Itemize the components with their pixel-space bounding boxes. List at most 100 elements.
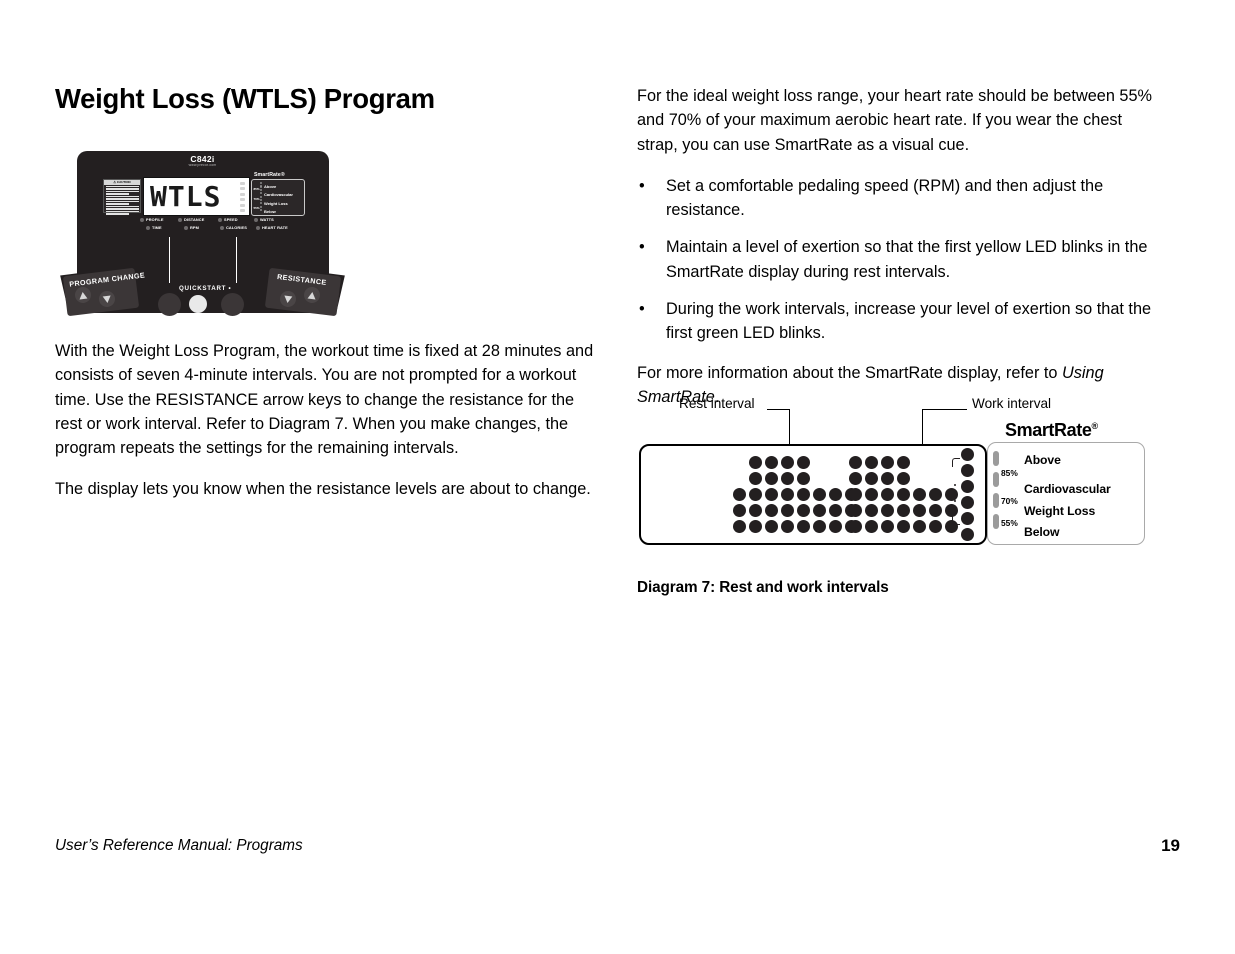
smartrate-zone-led-weight-loss [993,493,999,508]
led-dot [749,504,762,517]
registered-trademark-icon: ® [1091,421,1098,431]
callout-rest-leader-vertical [788,409,790,425]
console-smartrate-pct-70: 70% [253,197,260,201]
lcd-profile-bars [240,182,245,212]
smartrate-led-dot [961,480,974,493]
smartrate-tick [954,484,956,486]
smartrate-panel-title-text: SmartRate [1005,420,1092,440]
console-smartrate-pct-55: 55% [253,206,260,210]
led-heart-rate-icon [256,225,261,230]
smartrate-threshold-85: 85% [1001,468,1018,478]
led-dot [781,504,794,517]
led-dot [749,520,762,533]
led-dot [897,456,910,469]
led-speed-icon [218,217,223,222]
diagram-7: Rest interval Work interval SmartRate® A… [637,392,1167,602]
led-distance-icon [178,217,183,222]
select-button[interactable] [221,293,244,316]
quickstart-button[interactable] [189,295,207,313]
led-dot [797,488,810,501]
list-item: • During the work intervals, increase yo… [637,297,1167,346]
callout-rest-leader-horizontal [767,409,790,411]
page-footer: User’s Reference Manual: Programs 19 [55,835,1180,857]
smartrate-threshold-70: 70% [1001,496,1018,506]
led-dot [829,504,842,517]
led-watts-icon [254,217,259,222]
led-dot [865,472,878,485]
left-paragraph-1: With the Weight Loss Program, the workou… [55,342,594,458]
smartrate-zone-led-above [993,451,999,466]
bullet-icon: • [639,176,645,195]
console-smartrate-pct-85: 85% [253,187,260,191]
left-column: Weight Loss (WTLS) Program [55,83,600,114]
console-smartrate-zone-below: Below [264,209,276,214]
callout-work-leader-vertical [922,409,924,425]
led-dot [881,504,894,517]
console-smartrate-panel: 85% 70% 55% Above Cardiovascular Weight … [251,179,305,216]
led-dot [781,472,794,485]
smartrate-zone-label-cardiovascular: Cardiovascular [1024,482,1111,496]
console-brand-subtext: www.precor.com [188,163,217,167]
smartrate-led-dot [961,448,974,461]
led-dot [765,504,778,517]
led-dot [829,488,842,501]
led-dot [797,456,810,469]
console-feedback-leds: PROFILE DISTANCE SPEED WATTS TIME RPM CA… [140,217,288,237]
reset-button[interactable] [158,293,181,316]
right-paragraph-1: For the ideal weight loss range, your he… [637,87,1152,154]
feedback-label-distance: DISTANCE [184,217,205,222]
led-dot [797,472,810,485]
led-dot [865,520,878,533]
led-dot [929,520,942,533]
led-dot [765,472,778,485]
led-dot [865,488,878,501]
console-smartrate-zone-cardiovascular: Cardiovascular [264,192,293,197]
list-item: • Set a comfortable pedaling speed (RPM)… [637,174,1167,223]
console-smartrate-zone-above: Above [264,183,277,189]
list-item-text: Set a comfortable pedaling speed (RPM) a… [666,176,1104,220]
triangle-up-icon [78,291,88,299]
triangle-up-icon [307,291,317,299]
smartrate-threshold-55: 55% [1001,518,1018,528]
console-smartrate-title: SmartRate® [254,172,285,178]
diagram-caption: Diagram 7: Rest and work intervals [637,579,889,596]
led-dot [881,456,894,469]
list-item-text: During the work intervals, increase your… [666,300,1152,343]
smartrate-panel-title: SmartRate® [1005,420,1098,441]
led-dot [913,520,926,533]
smartrate-legend-panel: Above Cardiovascular Weight Loss Below 8… [987,442,1145,545]
bullet-icon: • [639,300,645,319]
led-dot [797,504,810,517]
led-dot [749,488,762,501]
led-dot [945,488,958,501]
page-title: Weight Loss (WTLS) Program [55,83,435,114]
console-connector-select [236,237,237,283]
led-dot [749,472,762,485]
led-profile-display [639,444,987,545]
reset-button-label: RESET [160,318,179,324]
led-dot [749,456,762,469]
feedback-label-heart-rate: HEART RATE [262,225,288,230]
smartrate-zone-label-below: Below [1024,525,1060,539]
led-dot [813,520,826,533]
feedback-label-profile: PROFILE [146,217,164,222]
led-dot [813,488,826,501]
led-rpm-icon [184,225,189,230]
triangle-down-icon [283,295,293,303]
callout-rest-interval: Rest interval [679,396,755,411]
smartrate-bracket-lower [952,514,960,525]
led-dot [849,472,862,485]
console-connector-reset [169,237,170,283]
caution-label-text [104,185,140,218]
feedback-label-rpm: RPM [190,225,199,230]
led-dot [881,520,894,533]
bullet-icon: • [639,238,645,257]
list-item-text: Maintain a level of exertion so that the… [666,238,1148,281]
closing-lead-text: For more information about the SmartRate… [637,363,1063,382]
led-dot [797,520,810,533]
led-dot [765,488,778,501]
right-column: For the ideal weight loss range, your he… [637,84,1167,426]
led-dot [849,504,862,517]
led-dot [733,488,746,501]
led-dot [813,504,826,517]
